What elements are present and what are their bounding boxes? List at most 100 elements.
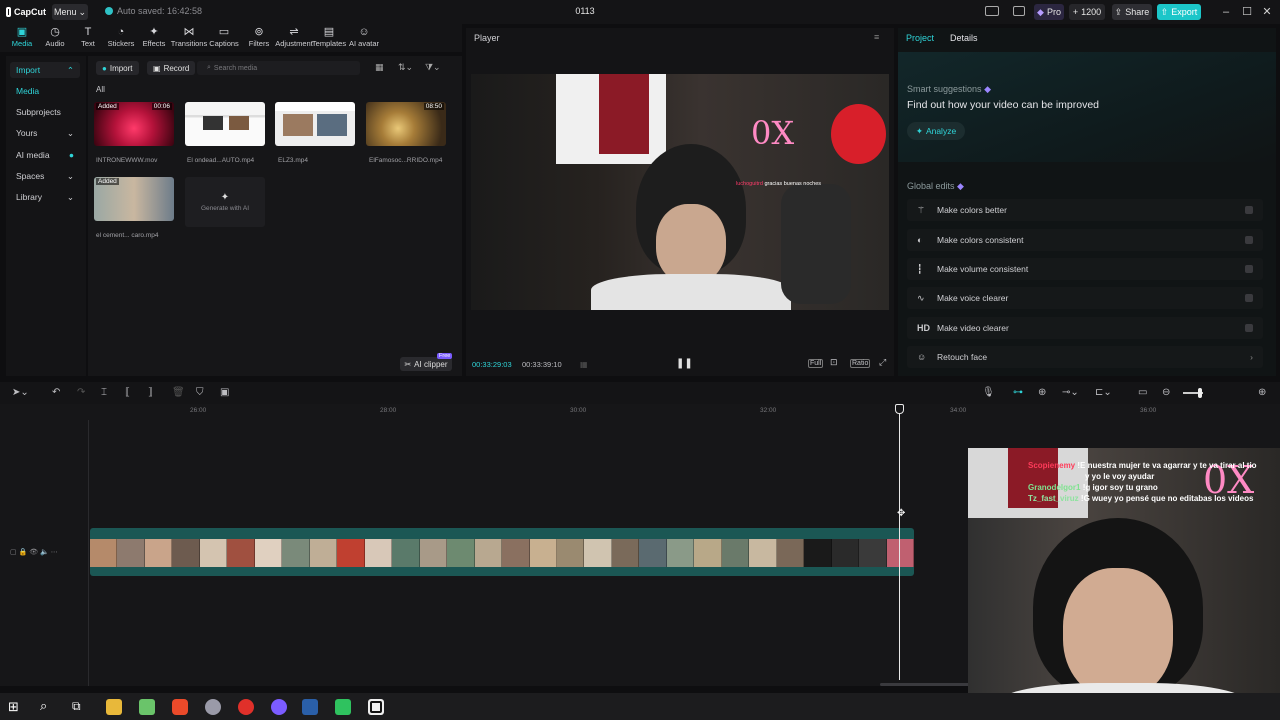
tool-text[interactable]: T Text [72, 26, 104, 50]
media-thumb-intro[interactable]: Added 00:06 [94, 102, 174, 146]
pro-button[interactable]: ◆ Pro [1034, 4, 1064, 20]
tool-transitions[interactable]: ⋈ Transitions [171, 26, 207, 50]
media-thumb-cement[interactable]: Added [94, 177, 174, 221]
make-volume-consistent-row[interactable]: ┇ Make volume consistent [907, 258, 1263, 280]
maximize-icon[interactable]: ☐ [1239, 4, 1255, 20]
make-voice-clearer-row[interactable]: ∿ Make voice clearer [907, 287, 1263, 309]
media-thumb-famoso[interactable]: 08:50 [366, 102, 446, 146]
filter-all-tab[interactable]: All [96, 85, 105, 94]
free-badge: Free [437, 353, 453, 359]
tool-captions[interactable]: ▭ Captions [208, 26, 240, 50]
export-button[interactable]: ⇧ Export [1157, 4, 1201, 20]
nav-ai-media[interactable]: AI media ● [10, 147, 80, 163]
horizontal-scrollbar[interactable] [880, 683, 970, 686]
playhead-handle[interactable] [895, 404, 904, 414]
link-icon[interactable]: ⊸⌄ [1062, 387, 1079, 398]
nav-subprojects[interactable]: Subprojects [10, 104, 80, 120]
toggle[interactable] [1245, 236, 1253, 244]
shield-icon[interactable]: ⛉ [196, 387, 204, 398]
screenshot-icon[interactable]: ⊡ [830, 357, 838, 368]
ai-clipper-button[interactable]: ✂ AI clipper [400, 357, 452, 371]
undo-icon[interactable]: ↶ [52, 387, 60, 398]
fullscreen-icon[interactable]: ⤢ [879, 357, 886, 368]
delete-icon[interactable]: 🗑 [172, 387, 185, 398]
caption-icon[interactable]: ▭ [1138, 387, 1147, 398]
timecode-grid-icon[interactable]: ▦ [580, 360, 588, 369]
app-icon[interactable] [205, 699, 221, 715]
nav-library[interactable]: Library ⌄ [10, 189, 80, 205]
select-tool-icon[interactable]: ➤⌄ [12, 387, 29, 398]
tab-project[interactable]: Project [906, 33, 934, 43]
tool-templates[interactable]: ▤ Templates [312, 26, 346, 50]
toggle[interactable] [1245, 294, 1253, 302]
microphone-icon[interactable]: 🎙 [982, 387, 995, 398]
file-explorer-icon[interactable] [106, 699, 122, 715]
toggle[interactable] [1245, 324, 1253, 332]
generate-ai-tile[interactable]: ✦ Generate with AI [185, 177, 265, 227]
hamburger-icon[interactable]: ≡ [874, 32, 879, 42]
tool-adjustment[interactable]: ⇌ Adjustment [275, 26, 313, 50]
tool-filters[interactable]: ⊚ Filters [243, 26, 275, 50]
nav-media[interactable]: Media [10, 83, 80, 99]
share-button[interactable]: ⇪ Share [1112, 4, 1152, 20]
trim-right-icon[interactable]: ⟧ [148, 387, 153, 398]
minimize-icon[interactable]: – [1218, 4, 1234, 20]
tool-effects[interactable]: ✦ Effects [138, 26, 170, 50]
import-button[interactable]: ● Import [96, 61, 139, 75]
windows-start-icon[interactable]: ⊞ [8, 699, 19, 715]
tool-stickers[interactable]: ◔ Stickers [105, 26, 137, 50]
media-edit-icon[interactable]: ▣ [220, 387, 229, 398]
ratio-button[interactable]: Ratio [850, 359, 871, 368]
app-red-icon[interactable] [238, 699, 254, 715]
media-thumb-elz3[interactable] [275, 102, 355, 146]
track-controls[interactable]: ▢ 🔒 👁 🔈 ⋯ [10, 548, 58, 556]
search-input[interactable]: ⌕ Search media [197, 61, 360, 75]
nav-import[interactable]: Import ⌃ [10, 62, 80, 78]
menu-button[interactable]: Menu ⌄ [52, 4, 88, 20]
thumb-content [229, 116, 249, 130]
tab-details[interactable]: Details [950, 33, 978, 43]
split-icon[interactable]: ⌶ [101, 387, 107, 398]
record-button[interactable]: ▣ Record [147, 61, 196, 75]
app-purple-icon[interactable] [271, 699, 287, 715]
redo-icon[interactable]: ↷ [77, 387, 85, 398]
make-video-clearer-row[interactable]: HD Make video clearer [907, 317, 1263, 339]
player-video[interactable]: 0X luchoguitrd gracias buenas noches [471, 74, 889, 310]
media-thumb-ondead[interactable] [185, 102, 265, 146]
analyze-button[interactable]: ✦ Analyze [907, 122, 965, 140]
snap-icon[interactable]: ⊕ [1038, 387, 1046, 398]
task-view-icon[interactable]: ⧉ [72, 699, 81, 714]
trim-left-icon[interactable]: ⟦ [125, 387, 130, 398]
nav-yours[interactable]: Yours ⌄ [10, 125, 80, 141]
make-colors-consistent-row[interactable]: ◐ Make colors consistent [907, 229, 1263, 251]
make-colors-better-row[interactable]: ⚚ Make colors better [907, 199, 1263, 221]
sort-icon[interactable]: ⇅⌄ [398, 62, 413, 73]
search-icon[interactable]: ⌕ [40, 698, 47, 714]
grid-view-icon[interactable]: ▦ [375, 62, 384, 73]
filter-icon[interactable]: ⧩⌄ [425, 62, 441, 73]
store-icon[interactable] [139, 699, 155, 715]
fit-icon[interactable]: ⊕ [1258, 387, 1266, 398]
toggle[interactable] [1245, 265, 1253, 273]
layout-icon[interactable] [985, 6, 999, 16]
shortcut-icon[interactable] [1013, 6, 1025, 16]
playhead-line[interactable] [899, 404, 900, 680]
pause-icon[interactable]: ❚❚ [676, 358, 693, 369]
tool-media[interactable]: ▣ Media [6, 26, 38, 50]
tool-ai-avatar[interactable]: ☺ AI avatar [348, 26, 380, 50]
close-icon[interactable]: ✕ [1259, 4, 1275, 20]
preview-axis-icon[interactable]: ⊏⌄ [1095, 387, 1112, 398]
zoom-slider-handle[interactable] [1198, 388, 1202, 398]
obs-icon[interactable] [335, 699, 351, 715]
brave-icon[interactable] [172, 699, 188, 715]
steam-icon[interactable] [302, 699, 318, 715]
full-quality-button[interactable]: Full [808, 359, 824, 368]
nav-spaces[interactable]: Spaces ⌄ [10, 168, 80, 184]
magnet-link-icon[interactable]: ⊶ [1013, 387, 1023, 398]
toggle[interactable] [1245, 206, 1253, 214]
zoom-out-icon[interactable]: ⊖ [1162, 387, 1170, 398]
credits-button[interactable]: +1200 [1069, 4, 1105, 20]
retouch-face-row[interactable]: ☺ Retouch face › [907, 346, 1263, 368]
tool-audio[interactable]: ◷ Audio [39, 26, 71, 50]
autosave-text: Auto saved: 16:42:58 [117, 6, 203, 16]
